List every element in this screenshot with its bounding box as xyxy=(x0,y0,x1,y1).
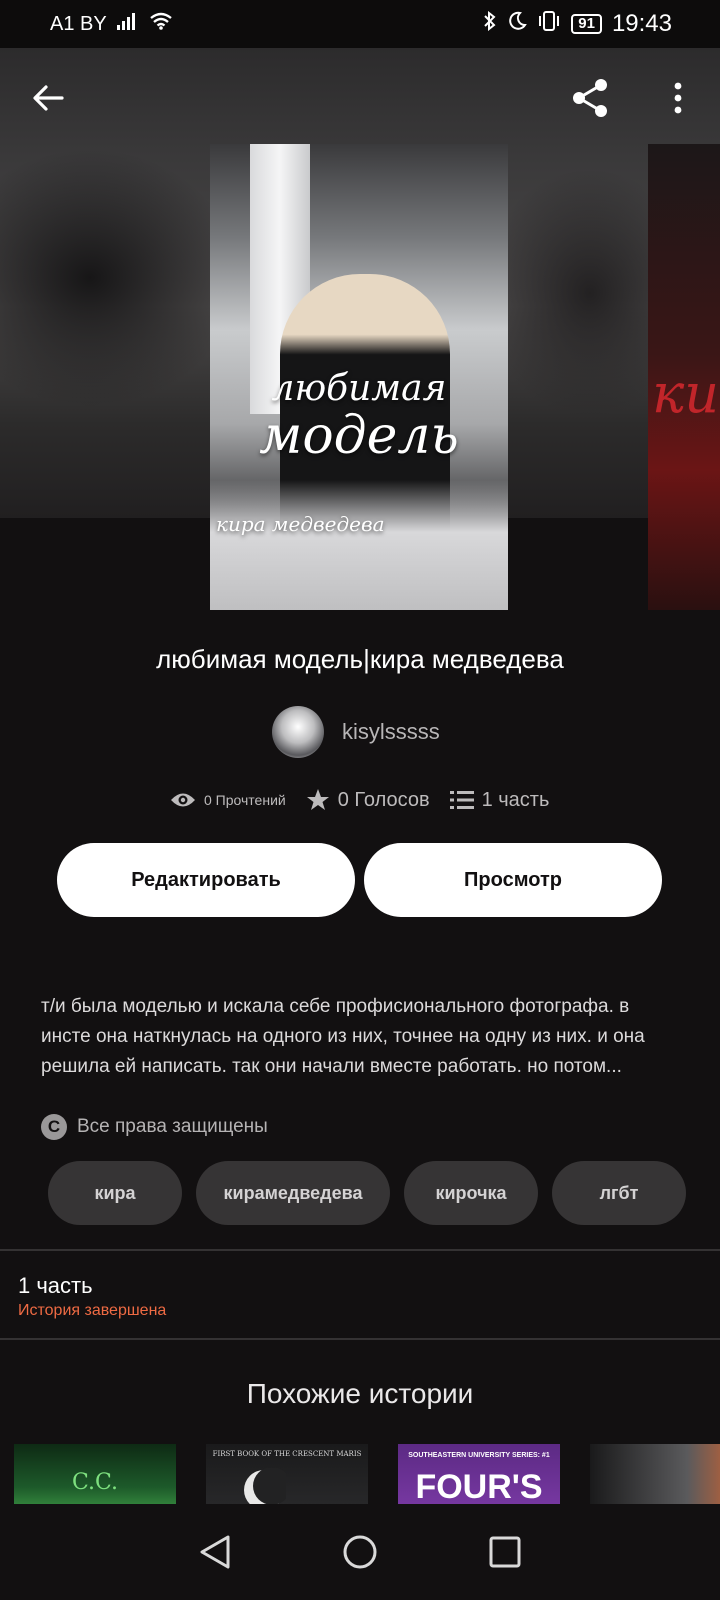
cover-title-line1: любимая xyxy=(271,368,447,409)
parts-stat: 1 часть xyxy=(449,788,550,812)
vibrate-icon xyxy=(537,11,561,37)
cover-author: кира медведева xyxy=(216,512,385,536)
back-triangle-icon[interactable] xyxy=(198,1534,232,1570)
bluetooth-icon xyxy=(483,10,497,37)
signal-icon xyxy=(116,12,139,36)
story-description[interactable]: т/и была моделью и искала себе профисион… xyxy=(41,992,681,1082)
cover-bed xyxy=(210,480,508,610)
cover-title-line2: модель xyxy=(259,406,459,466)
moon-icon xyxy=(507,11,528,37)
more-vertical-icon xyxy=(674,82,682,114)
avatar[interactable] xyxy=(272,706,324,758)
story-status: История завершена xyxy=(18,1302,167,1319)
more-options-button[interactable] xyxy=(650,70,706,126)
tag-chip[interactable]: кира xyxy=(48,1161,182,1225)
wifi-icon xyxy=(149,12,173,36)
author-row[interactable]: kisylsssss xyxy=(272,706,440,758)
share-button[interactable] xyxy=(562,70,618,126)
carrier-label: A1 BY xyxy=(50,12,107,35)
tag-list: кира кирамедведева кирочка лгбт xyxy=(48,1161,686,1225)
home-circle-icon[interactable] xyxy=(342,1534,378,1570)
cover-text: FIRST BOOK OF THE CRESCENT MARIS xyxy=(212,1450,362,1458)
next-cover-text: ки xyxy=(652,362,720,425)
edit-button[interactable]: Редактировать xyxy=(57,843,355,917)
votes-stat: 0 Голосов xyxy=(306,788,430,812)
cover-subtitle: SOUTHEASTERN UNIVERSITY SERIES: #1 xyxy=(408,1452,550,1459)
cover-text: C.C. xyxy=(71,1470,119,1495)
back-button[interactable] xyxy=(20,70,76,126)
story-title: любимая модель|кира медведева xyxy=(156,644,564,674)
system-navigation-bar xyxy=(0,1504,720,1600)
similar-stories-title: Похожие истории xyxy=(246,1378,474,1409)
arrow-left-icon xyxy=(33,85,64,111)
story-stats: 0 Прочтений 0 Голосов 1 часть xyxy=(170,788,569,812)
divider xyxy=(0,1249,720,1251)
votes-count: 0 Голосов xyxy=(337,788,430,811)
tag-chip[interactable]: кирамедведева xyxy=(196,1161,390,1225)
divider xyxy=(0,1338,720,1340)
copyright-icon: C xyxy=(41,1114,67,1140)
recents-square-icon[interactable] xyxy=(488,1535,522,1569)
view-button[interactable]: Просмотр xyxy=(364,843,662,917)
tag-chip[interactable]: кирочка xyxy=(404,1161,538,1225)
list-icon xyxy=(449,791,474,809)
reads-stat: 0 Прочтений xyxy=(170,791,286,809)
battery-indicator: 91 xyxy=(571,14,602,34)
next-book-cover[interactable]: ки xyxy=(648,144,720,610)
book-cover[interactable]: любимая модель кира медведева xyxy=(210,144,508,610)
parts-count: 1 часть xyxy=(481,788,550,811)
share-icon xyxy=(573,79,607,117)
copyright-row: C Все права защищены xyxy=(41,1114,268,1140)
author-name[interactable]: kisylsssss xyxy=(342,719,440,745)
clock: 19:43 xyxy=(611,10,672,37)
copyright-label: Все права защищены xyxy=(77,1116,268,1137)
tag-chip[interactable]: лгбт xyxy=(552,1161,686,1225)
parts-title[interactable]: 1 часть xyxy=(18,1273,93,1299)
eye-icon xyxy=(171,793,195,807)
reads-count: 0 Прочтений xyxy=(204,792,286,808)
status-bar: A1 BY 91 19:43 xyxy=(0,0,720,48)
star-icon xyxy=(306,789,329,810)
